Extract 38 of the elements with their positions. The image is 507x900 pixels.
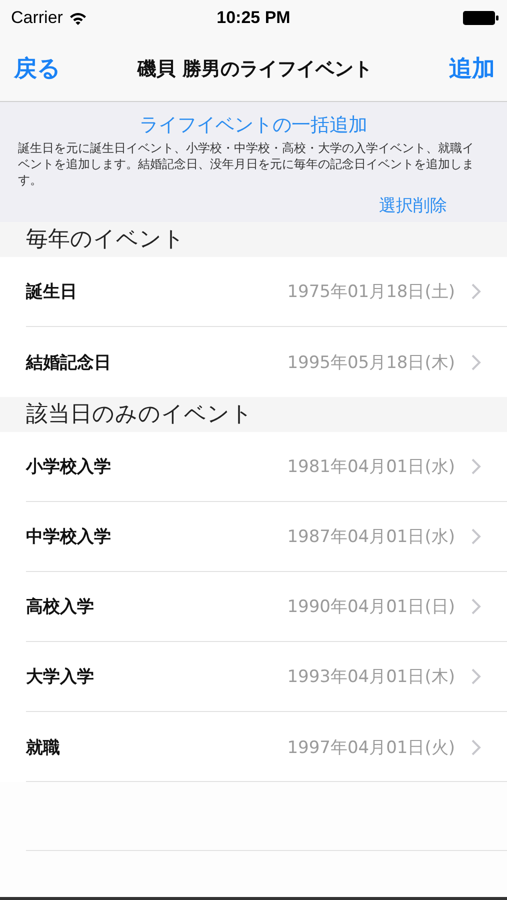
nav-title: 磯貝 勝男のライフイベント	[138, 56, 372, 82]
event-row[interactable]: 小学校入学 1981年04月01日(水)	[26, 432, 507, 502]
carrier-label: Carrier	[11, 8, 63, 28]
add-button[interactable]: 追加	[449, 53, 495, 84]
chevron-icon	[471, 738, 481, 756]
event-row[interactable]: 就職 1997年04月01日(火)	[26, 712, 507, 782]
event-date: 1997年04月01日(火)	[287, 736, 455, 758]
back-button[interactable]: 戻る	[14, 53, 61, 84]
event-name: 就職	[26, 736, 61, 758]
event-name: 大学入学	[26, 666, 95, 688]
event-row[interactable]: 結婚記念日 1995年05月18日(木)	[26, 327, 507, 397]
event-name: 小学校入学	[26, 456, 112, 478]
event-date: 1990年04月01日(日)	[287, 596, 455, 618]
section-header: 該当日のみのイベント	[0, 397, 507, 432]
chevron-icon	[471, 598, 481, 615]
wifi-icon	[68, 12, 87, 24]
chevron-icon	[471, 528, 481, 545]
bulk-add-description: 誕生日を元に誕生日イベント、小学校・中学校・高校・大学の入学イベント、就職イベントを追加します。結婚記念日、没年月日を元に毎年の記念日イベントを追加します。	[18, 140, 475, 188]
chevron-icon	[471, 354, 481, 370]
event-row[interactable]: 中学校入学 1987年04月01日(水)	[26, 502, 507, 572]
event-date: 1993年04月01日(木)	[287, 666, 455, 688]
event-name: 誕生日	[26, 281, 78, 303]
event-row[interactable]: 誕生日 1975年01月18日(土)	[26, 257, 507, 327]
section-header: 毎年のイベント	[0, 222, 507, 257]
event-date: 1981年04月01日(水)	[287, 456, 455, 478]
event-name: 高校入学	[26, 596, 95, 618]
event-name: 結婚記念日	[26, 352, 112, 374]
chevron-icon	[471, 668, 481, 685]
event-date: 1975年01月18日(土)	[287, 281, 455, 303]
status-time: 10:25 PM	[216, 8, 290, 28]
event-row[interactable]: 高校入学 1990年04月01日(日)	[26, 572, 507, 642]
chevron-icon	[471, 283, 481, 300]
event-name: 中学校入学	[26, 526, 112, 548]
battery-icon	[463, 11, 499, 25]
event-date: 1987年04月01日(水)	[287, 526, 455, 548]
event-date: 1995年05月18日(木)	[287, 352, 455, 374]
event-row[interactable]: 大学入学 1993年04月01日(木)	[26, 642, 507, 712]
chevron-icon	[471, 458, 481, 475]
